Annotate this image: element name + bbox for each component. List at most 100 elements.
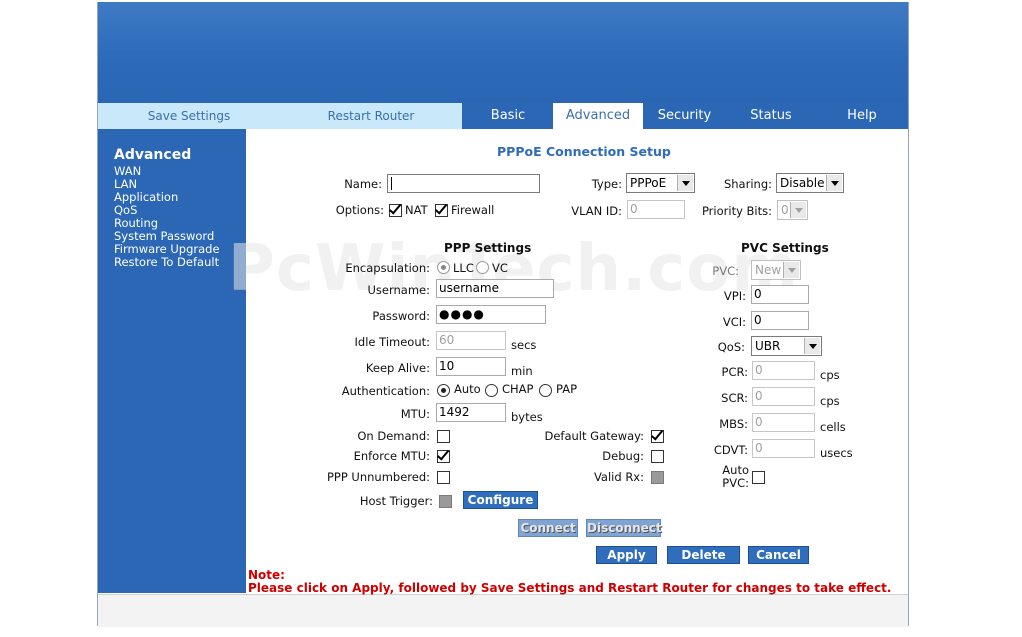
cdvt-unit: usecs	[820, 446, 853, 460]
pvc-select[interactable]: New	[751, 260, 801, 280]
footer-bar	[98, 594, 908, 627]
scr-input[interactable]: 0	[752, 387, 815, 406]
keep-alive-input[interactable]: 10	[436, 357, 506, 376]
nat-checkbox[interactable]	[389, 204, 402, 217]
priority-bits-value: 0	[781, 203, 789, 217]
header-banner	[98, 2, 908, 103]
sidebar-item-restore-default[interactable]: Restore To Default	[114, 256, 219, 269]
auto-pvc-label-line-2: PVC:	[722, 476, 749, 490]
scr-label: SCR:	[721, 391, 748, 405]
keep-alive-label: Keep Alive:	[365, 361, 430, 375]
auto-pvc-label: Auto PVC:	[700, 464, 749, 490]
llc-label: LLC	[453, 261, 474, 275]
sharing-select[interactable]: Disable	[776, 173, 844, 193]
chevron-down-icon	[826, 175, 842, 191]
type-select-value: PPPoE	[630, 176, 667, 190]
pvc-select-value: New	[755, 263, 782, 277]
llc-radio[interactable]	[437, 261, 450, 274]
mtu-label: MTU:	[400, 407, 430, 421]
vpi-input[interactable]: 0	[751, 285, 809, 304]
cdvt-input[interactable]: 0	[752, 439, 815, 458]
on-demand-checkbox[interactable]	[437, 430, 450, 443]
vci-input[interactable]: 0	[751, 311, 809, 330]
ppp-unnumbered-checkbox[interactable]	[437, 471, 450, 484]
configure-button[interactable]: Configure	[463, 491, 538, 509]
mtu-unit: bytes	[511, 410, 543, 424]
pvc-settings-title: PVC Settings	[741, 241, 829, 255]
mbs-input[interactable]: 0	[752, 413, 815, 432]
debug-label: Debug:	[602, 449, 644, 463]
valid-rx-label: Valid Rx:	[593, 470, 644, 484]
note-text: Please click on Apply, followed by Save …	[248, 581, 892, 595]
auto-pvc-checkbox[interactable]	[752, 471, 765, 484]
ppp-settings-title: PPP Settings	[444, 241, 532, 255]
priority-bits-label: Priority Bits:	[701, 204, 772, 218]
tab-advanced[interactable]: Advanced	[553, 103, 643, 129]
sharing-select-value: Disable	[780, 176, 825, 190]
auth-auto-label: Auto	[454, 382, 481, 396]
auth-auto-radio[interactable]	[437, 384, 450, 397]
idle-timeout-input[interactable]: 60	[436, 331, 506, 350]
tab-security[interactable]: Security	[643, 103, 726, 129]
mbs-label: MBS:	[719, 417, 748, 431]
encapsulation-label: Encapsulation:	[345, 261, 430, 275]
tab-basic[interactable]: Basic	[463, 103, 553, 129]
delete-button[interactable]: Delete	[667, 546, 740, 564]
sidebar: Advanced WAN LAN Application QoS Routing…	[98, 129, 246, 593]
auth-chap-label: CHAP	[502, 382, 534, 396]
idle-timeout-label: Idle Timeout:	[354, 335, 430, 349]
valid-rx-checkbox[interactable]	[651, 471, 664, 484]
sharing-label: Sharing:	[723, 177, 772, 191]
vc-radio[interactable]	[476, 261, 489, 274]
cancel-button[interactable]: Cancel	[748, 546, 809, 564]
cdvt-label: CDVT:	[713, 443, 748, 457]
tab-status[interactable]: Status	[726, 103, 816, 129]
mtu-input[interactable]: 1492	[436, 403, 506, 422]
options-label: Options:	[335, 203, 384, 217]
firewall-label: Firewall	[451, 203, 495, 217]
keep-alive-unit: min	[511, 364, 533, 378]
text-cursor	[391, 177, 392, 190]
sidebar-title: Advanced	[114, 147, 192, 163]
name-label: Name:	[344, 177, 382, 191]
username-input[interactable]: username	[436, 279, 554, 298]
password-label: Password:	[372, 309, 430, 323]
pcr-unit: cps	[820, 368, 840, 382]
tab-help[interactable]: Help	[816, 103, 908, 129]
type-label: Type:	[591, 177, 622, 191]
chevron-down-icon	[677, 175, 693, 191]
host-trigger-checkbox[interactable]	[439, 495, 452, 508]
default-gateway-label: Default Gateway:	[544, 429, 644, 443]
chevron-down-icon	[790, 202, 806, 218]
firewall-checkbox[interactable]	[435, 204, 448, 217]
pcr-input[interactable]: 0	[752, 361, 815, 380]
top-navigation: Save Settings Restart Router Basic Advan…	[98, 103, 908, 129]
apply-button[interactable]: Apply	[596, 546, 657, 564]
disconnect-button[interactable]: Disconnect	[586, 519, 662, 537]
page-title: PPPoE Connection Setup	[497, 144, 671, 159]
chevron-down-icon	[804, 338, 820, 354]
default-gateway-checkbox[interactable]	[651, 430, 664, 443]
mbs-unit: cells	[820, 420, 846, 434]
type-select[interactable]: PPPoE	[626, 173, 695, 193]
enforce-mtu-label: Enforce MTU:	[353, 449, 430, 463]
auth-chap-radio[interactable]	[485, 384, 498, 397]
priority-bits-select[interactable]: 0	[777, 200, 808, 220]
username-label: Username:	[367, 283, 431, 297]
qos-label: QoS:	[717, 340, 745, 354]
host-trigger-label: Host Trigger:	[359, 494, 433, 508]
idle-timeout-unit: secs	[511, 338, 537, 352]
name-input[interactable]	[387, 174, 540, 193]
vlan-id-label: VLAN ID:	[571, 204, 622, 218]
auth-pap-radio[interactable]	[539, 384, 552, 397]
vc-label: VC	[492, 261, 508, 275]
connect-button[interactable]: Connect	[518, 519, 578, 537]
restart-router-link[interactable]: Restart Router	[280, 103, 462, 129]
vlan-id-input[interactable]: 0	[627, 200, 685, 219]
qos-select[interactable]: UBR	[751, 336, 822, 356]
save-settings-link[interactable]: Save Settings	[98, 103, 280, 129]
debug-checkbox[interactable]	[651, 450, 664, 463]
enforce-mtu-checkbox[interactable]	[437, 450, 450, 463]
password-input[interactable]: ●●●●	[436, 305, 546, 324]
pcr-label: PCR:	[721, 365, 748, 379]
